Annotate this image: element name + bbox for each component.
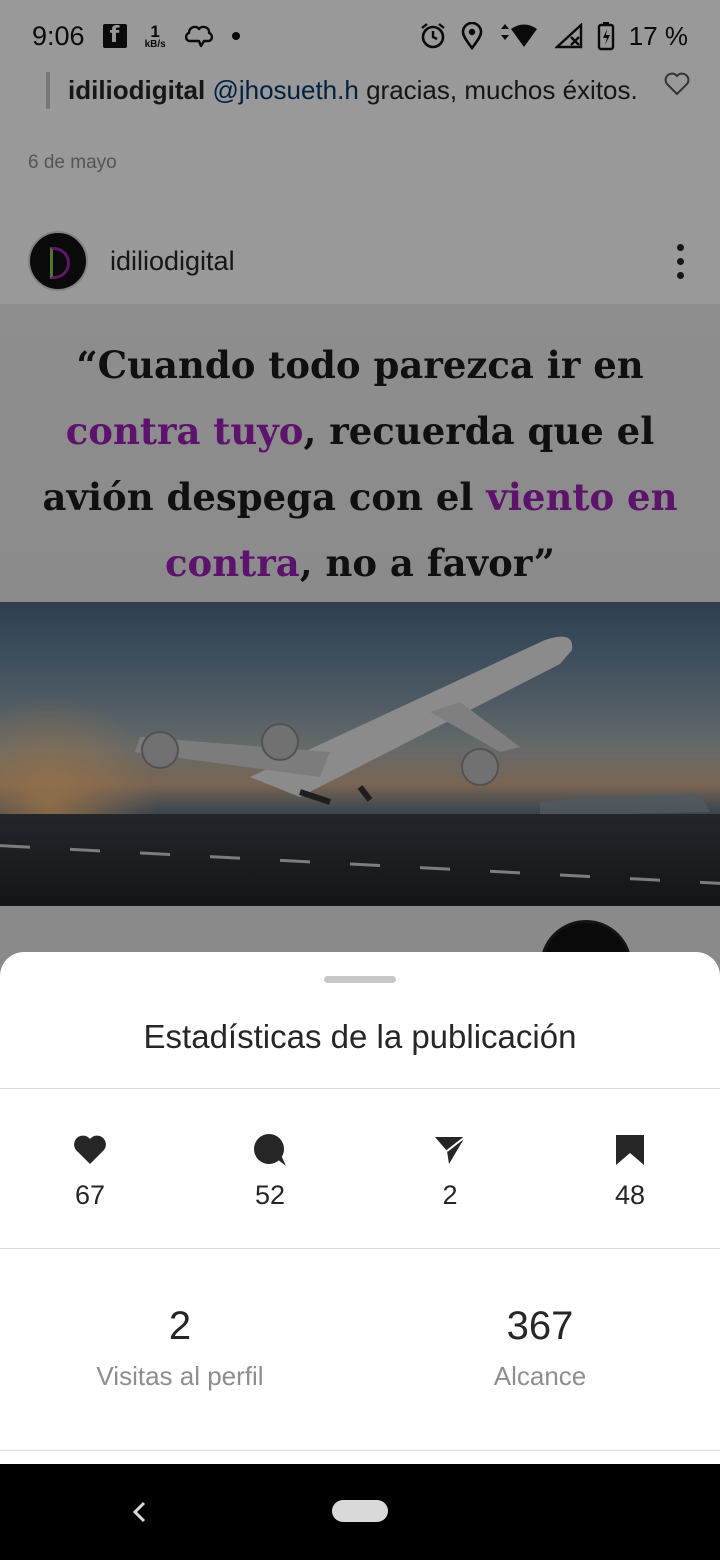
engagement-stats: 67 52 2 48: [0, 1132, 720, 1211]
comments-count: 52: [254, 1180, 286, 1210]
profile-visits-value: 2: [168, 1304, 192, 1348]
comment-icon: [253, 1132, 287, 1168]
divider: [0, 1450, 720, 1451]
bookmark-icon: [615, 1132, 645, 1168]
saves-count: 48: [614, 1180, 646, 1210]
send-icon: [433, 1132, 467, 1168]
sheet-title: Estadísticas de la publicación: [143, 1018, 577, 1055]
sheet-drag-handle[interactable]: [324, 976, 396, 983]
reach-label: Alcance: [493, 1361, 587, 1391]
system-nav-bar: [0, 1464, 720, 1560]
shares-count: 2: [442, 1180, 458, 1210]
profile-visits-label: Visitas al perfil: [96, 1361, 264, 1391]
saves-stat: 48: [540, 1132, 720, 1211]
heart-icon: [73, 1132, 107, 1168]
reach-metric: 367 Alcance: [360, 1304, 720, 1392]
comments-stat: 52: [180, 1132, 360, 1211]
divider: [0, 1088, 720, 1089]
reach-metrics: 2 Visitas al perfil 367 Alcance: [0, 1304, 720, 1392]
likes-count: 67: [74, 1180, 106, 1210]
home-pill[interactable]: [332, 1500, 388, 1522]
post-stats-sheet: Estadísticas de la publicación 67 52 2 4…: [0, 952, 720, 1464]
back-icon[interactable]: [128, 1498, 150, 1526]
divider: [0, 1248, 720, 1249]
likes-stat: 67: [0, 1132, 180, 1211]
profile-visits-metric: 2 Visitas al perfil: [0, 1304, 360, 1392]
shares-stat: 2: [360, 1132, 540, 1211]
reach-value: 367: [506, 1304, 574, 1348]
